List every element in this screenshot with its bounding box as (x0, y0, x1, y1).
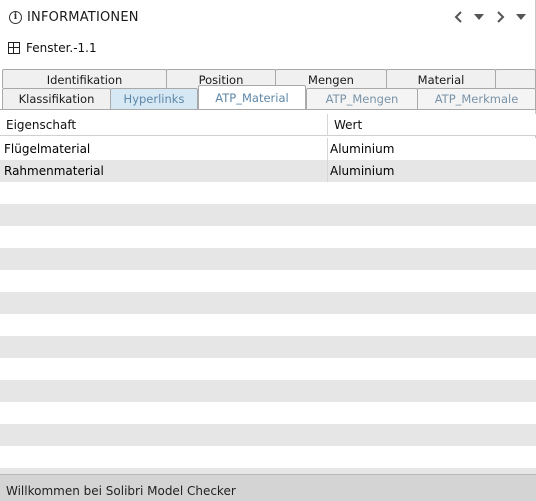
empty-row (0, 204, 536, 226)
window-icon (8, 42, 20, 54)
tab-atp-material[interactable]: ATP_Material (198, 85, 306, 109)
tab-overflow[interactable] (495, 69, 536, 88)
chevron-left-icon (454, 11, 462, 23)
information-window: i INFORMATIONEN Fenster.-1.1 Identifikat… (0, 0, 536, 501)
column-header-wert[interactable]: Wert (328, 114, 536, 136)
property-name: Flügelmaterial (4, 142, 91, 156)
empty-row (0, 292, 536, 314)
tab-hyperlinks[interactable]: Hyperlinks (110, 88, 198, 110)
table-row[interactable]: Rahmenmaterial Aluminium (0, 160, 536, 182)
property-table: Eigenschaft Wert Flügelmaterial Aluminiu… (0, 114, 536, 474)
empty-row (0, 270, 536, 292)
chevron-down-icon (474, 14, 484, 20)
empty-row (0, 446, 536, 468)
info-icon: i (9, 11, 22, 24)
empty-row (0, 182, 536, 204)
empty-row (0, 336, 536, 358)
tab-klassifikation[interactable]: Klassifikation (2, 88, 111, 110)
tab-atp-merkmale[interactable]: ATP_Merkmale (417, 88, 536, 110)
empty-row (0, 380, 536, 402)
tab-row-2: Klassifikation Hyperlinks ATP_Material A… (0, 85, 536, 110)
next-button[interactable] (493, 9, 507, 25)
panel-header: i INFORMATIONEN (0, 0, 535, 36)
history-dropdown-button[interactable] (472, 9, 486, 25)
empty-row (0, 248, 536, 270)
empty-row (0, 226, 536, 248)
chevron-down-icon (516, 14, 526, 20)
cell-separator (327, 138, 328, 160)
information-panel: i INFORMATIONEN Fenster.-1.1 Identifikat… (0, 0, 536, 474)
selected-object-row: Fenster.-1.1 (0, 36, 535, 62)
empty-row (0, 314, 536, 336)
property-value: Aluminium (330, 164, 395, 178)
tab-material[interactable]: Material (386, 69, 496, 88)
status-message: Willkommen bei Solibri Model Checker (6, 484, 236, 498)
empty-row (0, 424, 536, 446)
panel-title: INFORMATIONEN (27, 10, 139, 25)
previous-button[interactable] (452, 9, 466, 25)
property-name: Rahmenmaterial (4, 164, 104, 178)
table-row[interactable]: Flügelmaterial Aluminium (0, 138, 536, 160)
property-value: Aluminium (330, 142, 395, 156)
column-header-eigenschaft[interactable]: Eigenschaft (0, 114, 327, 136)
empty-row (0, 402, 536, 424)
tab-identifikation[interactable]: Identifikation (2, 69, 167, 88)
tab-atp-mengen[interactable]: ATP_Mengen (306, 88, 418, 110)
panel-menu-button[interactable] (514, 9, 528, 25)
empty-row (0, 358, 536, 380)
cell-separator (327, 160, 328, 182)
selected-object-name: Fenster.-1.1 (26, 41, 97, 55)
status-bar: Willkommen bei Solibri Model Checker (0, 474, 536, 501)
chevron-right-icon (497, 11, 505, 23)
